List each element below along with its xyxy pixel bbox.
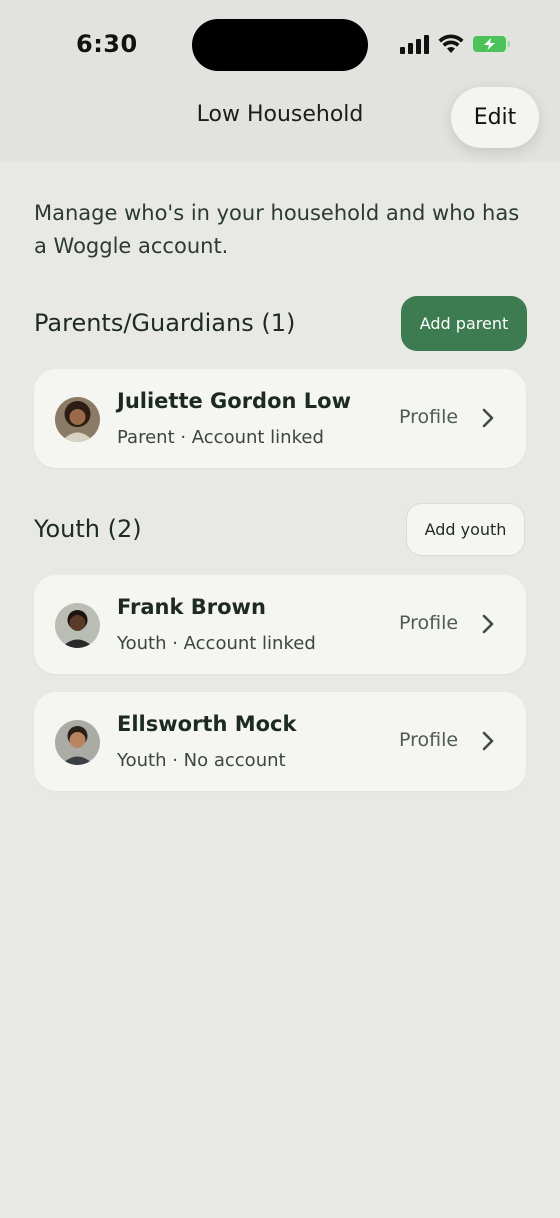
status-icons — [400, 34, 512, 58]
member-card-parent-0[interactable]: Juliette Gordon Low Parent · Account lin… — [34, 369, 526, 468]
wifi-icon — [438, 34, 464, 58]
avatar — [55, 603, 100, 648]
profile-link[interactable]: Profile — [399, 406, 458, 428]
chevron-right-icon — [482, 731, 494, 751]
member-status: Parent · Account linked — [117, 427, 324, 448]
household-screen: Low Household Edit 6:30 Manage who's in … — [0, 0, 560, 1218]
chevron-right-icon — [482, 408, 494, 428]
youth-section-title: Youth (2) — [34, 515, 142, 543]
add-youth-button[interactable]: Add youth — [406, 503, 525, 556]
avatar — [55, 720, 100, 765]
add-parent-button[interactable]: Add parent — [401, 296, 527, 351]
member-card-youth-0[interactable]: Frank Brown Youth · Account linked Profi… — [34, 575, 526, 674]
member-name: Frank Brown — [117, 595, 266, 619]
member-card-youth-1[interactable]: Ellsworth Mock Youth · No account Profil… — [34, 692, 526, 791]
member-status: Youth · No account — [117, 750, 286, 771]
chevron-right-icon — [482, 614, 494, 634]
signal-icon — [400, 34, 430, 58]
profile-link[interactable]: Profile — [399, 612, 458, 634]
member-status: Youth · Account linked — [117, 633, 316, 654]
dynamic-island — [192, 19, 368, 71]
parents-section-title: Parents/Guardians (1) — [34, 309, 296, 337]
profile-link[interactable]: Profile — [399, 729, 458, 751]
intro-text: Manage who's in your household and who h… — [34, 201, 520, 258]
edit-button[interactable]: Edit — [451, 87, 539, 148]
member-name: Ellsworth Mock — [117, 712, 297, 736]
avatar — [55, 397, 100, 442]
battery-charging-icon — [472, 34, 512, 58]
status-bar: 6:30 — [0, 0, 560, 90]
status-time: 6:30 — [76, 30, 138, 58]
member-name: Juliette Gordon Low — [117, 389, 351, 413]
